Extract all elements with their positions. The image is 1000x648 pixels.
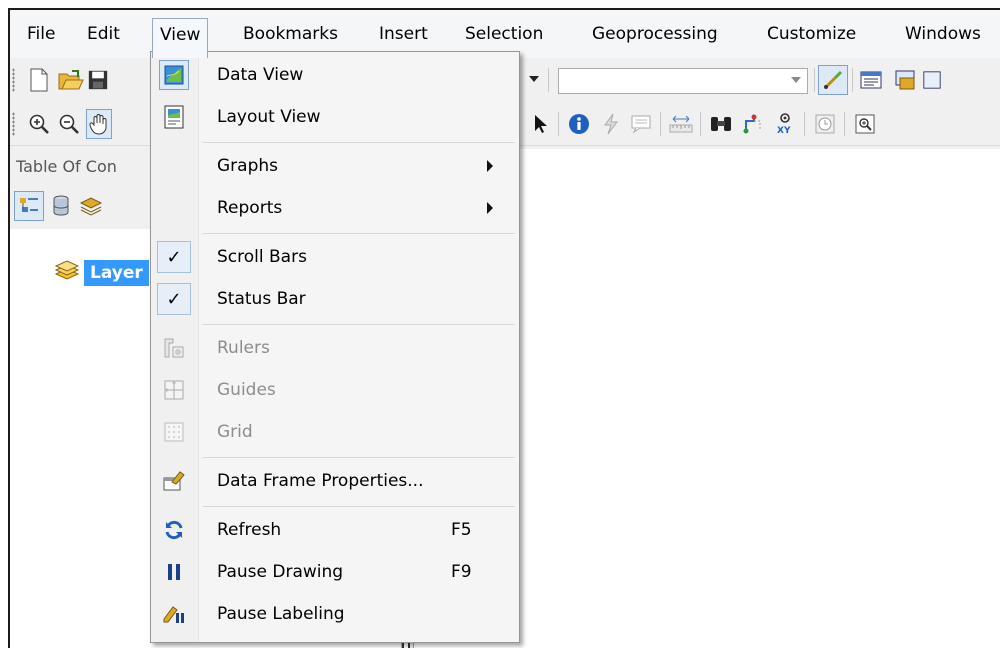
layout-view-icon bbox=[159, 102, 189, 132]
menu-item-label: Reports bbox=[217, 198, 283, 218]
menu-item-label: Scroll Bars bbox=[217, 247, 307, 267]
scale-combo[interactable] bbox=[558, 68, 808, 94]
table-of-contents-icon[interactable] bbox=[856, 65, 886, 95]
find-binoculars-icon[interactable] bbox=[706, 109, 736, 139]
select-elements-icon[interactable] bbox=[526, 109, 556, 139]
toolbar-grip[interactable] bbox=[12, 112, 15, 136]
find-route-icon[interactable] bbox=[738, 109, 768, 139]
menu-view[interactable]: View bbox=[152, 18, 209, 58]
menu-item-label: Layout View bbox=[217, 107, 321, 127]
list-by-visibility-icon[interactable] bbox=[76, 191, 106, 221]
grid-icon bbox=[159, 417, 189, 447]
menu-item-guides: Guides bbox=[153, 370, 517, 410]
time-slider-icon[interactable] bbox=[810, 109, 840, 139]
toolbar-separator bbox=[558, 112, 559, 136]
pause-drawing-icon bbox=[159, 557, 189, 587]
menu-file[interactable]: File bbox=[20, 18, 62, 52]
search-window-icon[interactable] bbox=[922, 65, 942, 95]
layers-icon bbox=[54, 259, 80, 287]
menu-item-label: Data View bbox=[217, 65, 304, 85]
menu-separator bbox=[203, 457, 515, 458]
list-by-drawing-order-icon[interactable] bbox=[14, 191, 44, 221]
catalog-icon[interactable] bbox=[890, 65, 920, 95]
menu-item-layout-view[interactable]: Layout View bbox=[153, 97, 517, 137]
checkmark-icon: ✓ bbox=[157, 241, 191, 273]
toolbar-grip[interactable] bbox=[12, 68, 15, 92]
list-by-source-icon[interactable] bbox=[46, 191, 76, 221]
html-popup-icon[interactable] bbox=[626, 109, 656, 139]
new-document-icon[interactable] bbox=[24, 65, 54, 95]
view-menu-dropdown: Data View Layout View Graphs Reports ✓ S… bbox=[150, 51, 520, 643]
toolbar-separator bbox=[852, 68, 853, 92]
menu-item-label: Rulers bbox=[217, 338, 270, 358]
menu-customize[interactable]: Customize bbox=[760, 18, 863, 52]
menu-item-label: Graphs bbox=[217, 156, 279, 176]
menu-item-label: Pause Labeling bbox=[217, 604, 345, 624]
rulers-icon bbox=[159, 333, 189, 363]
pan-hand-icon[interactable] bbox=[86, 109, 112, 139]
menu-item-graphs[interactable]: Graphs bbox=[153, 146, 517, 186]
arcmap-window: File Edit View Bookmarks Insert Selectio… bbox=[8, 8, 1000, 648]
toolbar-separator bbox=[700, 112, 701, 136]
menu-selection[interactable]: Selection bbox=[458, 18, 550, 52]
layers-data-frame[interactable]: Layer bbox=[54, 259, 149, 287]
menu-item-label: Refresh bbox=[217, 520, 282, 540]
menu-item-grid: Grid bbox=[153, 412, 517, 452]
menu-bookmarks[interactable]: Bookmarks bbox=[236, 18, 345, 52]
menu-item-reports[interactable]: Reports bbox=[153, 188, 517, 228]
identify-icon[interactable] bbox=[564, 109, 594, 139]
refresh-icon bbox=[159, 515, 189, 545]
toolbar-separator bbox=[548, 68, 549, 92]
menu-separator bbox=[203, 506, 515, 507]
toolbar-separator bbox=[814, 68, 815, 92]
menu-edit[interactable]: Edit bbox=[80, 18, 127, 52]
menu-item-shortcut: F5 bbox=[451, 520, 472, 540]
checkmark-icon: ✓ bbox=[157, 283, 191, 315]
data-frame-properties-icon bbox=[159, 466, 189, 496]
data-view-icon bbox=[159, 60, 189, 90]
menu-separator bbox=[203, 324, 515, 325]
measure-icon[interactable] bbox=[666, 109, 696, 139]
go-to-xy-icon[interactable]: XY bbox=[770, 109, 800, 139]
menu-item-pause-drawing[interactable]: Pause Drawing F9 bbox=[153, 552, 517, 592]
guides-icon bbox=[159, 375, 189, 405]
chevron-down-icon[interactable] bbox=[529, 76, 539, 82]
submenu-arrow-icon bbox=[487, 160, 493, 172]
magnifier-window-icon[interactable] bbox=[850, 109, 880, 139]
chevron-down-icon[interactable] bbox=[791, 77, 801, 83]
toolbar-separator bbox=[804, 112, 805, 136]
pause-labeling-icon bbox=[159, 599, 189, 629]
menu-item-data-view[interactable]: Data View bbox=[153, 55, 517, 95]
zoom-in-icon[interactable] bbox=[24, 109, 54, 139]
svg-text:XY: XY bbox=[777, 126, 791, 136]
save-icon[interactable] bbox=[88, 65, 108, 95]
menu-item-label: Pause Drawing bbox=[217, 562, 344, 582]
submenu-arrow-icon bbox=[487, 202, 493, 214]
menu-item-rulers: Rulers bbox=[153, 328, 517, 368]
toolbar-separator bbox=[844, 112, 845, 136]
hyperlink-icon[interactable] bbox=[596, 109, 626, 139]
menu-insert[interactable]: Insert bbox=[372, 18, 435, 52]
open-folder-icon[interactable] bbox=[56, 65, 86, 95]
menu-item-label: Guides bbox=[217, 380, 276, 400]
menu-item-pause-labeling[interactable]: Pause Labeling bbox=[153, 594, 517, 634]
menu-item-status-bar[interactable]: ✓ Status Bar bbox=[153, 279, 517, 319]
menu-separator bbox=[203, 233, 515, 234]
menu-item-shortcut: F9 bbox=[451, 562, 472, 582]
menu-windows[interactable]: Windows bbox=[898, 18, 988, 52]
layers-label[interactable]: Layer bbox=[84, 260, 149, 286]
menu-item-refresh[interactable]: Refresh F5 bbox=[153, 510, 517, 550]
menu-item-label: Data Frame Properties... bbox=[217, 471, 424, 491]
menu-item-scroll-bars[interactable]: ✓ Scroll Bars bbox=[153, 237, 517, 277]
menu-item-data-frame-properties[interactable]: Data Frame Properties... bbox=[153, 461, 517, 501]
toolbar-separator bbox=[660, 112, 661, 136]
zoom-out-icon[interactable] bbox=[54, 109, 84, 139]
editor-toolbar-icon[interactable] bbox=[818, 65, 848, 95]
menu-separator bbox=[203, 142, 515, 143]
menu-item-label: Grid bbox=[217, 422, 253, 442]
menu-geoprocessing[interactable]: Geoprocessing bbox=[585, 18, 725, 52]
menu-item-label: Status Bar bbox=[217, 289, 306, 309]
